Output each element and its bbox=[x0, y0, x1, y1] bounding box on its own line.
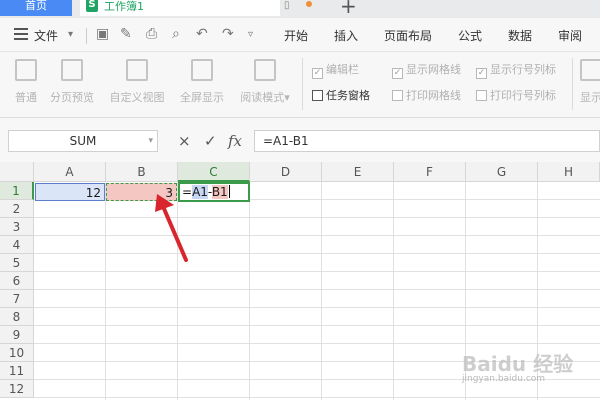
view-ribbon: 普通 分页预览 自定义视图 全屏显示 阅读模式▾ ✓ 编辑栏 ✓ 显示网格线 ✓ 显示… bbox=[0, 52, 600, 118]
text-cursor bbox=[228, 185, 230, 198]
show-headings-checkbox[interactable]: ✓ 显示行号列标 bbox=[476, 61, 556, 79]
row-header-2[interactable]: 2 bbox=[0, 200, 34, 218]
display-icon bbox=[580, 59, 600, 81]
save-icon[interactable]: ▣ bbox=[96, 26, 109, 42]
name-box[interactable]: SUM ▾ bbox=[8, 130, 158, 152]
checkbox-icon bbox=[312, 90, 323, 101]
reading-mode-button[interactable]: 阅读模式▾ bbox=[236, 59, 294, 105]
checkbox-icon bbox=[392, 90, 403, 101]
row-header-1[interactable]: 1 bbox=[0, 182, 34, 200]
show-gridlines-checkbox[interactable]: ✓ 显示网格线 bbox=[392, 61, 461, 79]
cell-a1[interactable]: 12 bbox=[35, 183, 105, 201]
row-header-5[interactable]: 5 bbox=[0, 254, 34, 272]
row-header-10[interactable]: 10 bbox=[0, 344, 34, 362]
print-preview-icon[interactable]: ⌕ bbox=[172, 26, 180, 42]
chevron-down-icon[interactable]: ▾ bbox=[148, 131, 153, 151]
print-headings-checkbox[interactable]: 打印行号列标 bbox=[476, 87, 556, 103]
insert-function-icon[interactable]: fx bbox=[228, 132, 242, 150]
select-all-corner[interactable] bbox=[0, 162, 34, 182]
redo-icon[interactable]: ↷ bbox=[222, 26, 234, 42]
checkbox-icon: ✓ bbox=[392, 68, 403, 79]
tab-workbook[interactable]: S 工作簿1 bbox=[80, 0, 280, 16]
task-pane-checkbox[interactable]: 任务窗格 bbox=[312, 87, 370, 103]
menu-home[interactable]: 开始 bbox=[284, 27, 308, 44]
page-break-preview-button[interactable]: 分页预览 bbox=[46, 59, 98, 105]
divider bbox=[302, 58, 303, 110]
formula-ref-b1: B1 bbox=[211, 185, 228, 199]
watermark-url: jingyan.baidu.com bbox=[462, 374, 546, 384]
title-bar: 首页 S 工作簿1 ▯ + bbox=[0, 0, 600, 18]
fullscreen-icon bbox=[191, 59, 213, 81]
spreadsheet-icon: S bbox=[86, 0, 98, 12]
row-header-4[interactable]: 4 bbox=[0, 236, 34, 254]
annotation-arrow-icon bbox=[155, 194, 188, 262]
undo-icon[interactable]: ↶ bbox=[196, 26, 208, 42]
enter-icon[interactable]: ✓ bbox=[204, 132, 217, 150]
column-header-g[interactable]: G bbox=[466, 162, 538, 182]
tab-home[interactable]: 首页 bbox=[0, 0, 72, 16]
watermark: Baidu 经验 bbox=[462, 352, 574, 376]
chevron-down-icon[interactable]: ▾ bbox=[68, 29, 73, 40]
row-header-6[interactable]: 6 bbox=[0, 272, 34, 290]
chevron-down-icon: ▾ bbox=[284, 91, 290, 104]
column-header-h[interactable]: H bbox=[538, 162, 600, 182]
spreadsheet-grid: A B C D E F G H 1 2 3 4 5 6 7 8 9 10 11 … bbox=[0, 162, 600, 400]
grid-icon bbox=[15, 59, 37, 81]
divider bbox=[572, 58, 573, 110]
custom-view-button[interactable]: 自定义视图 bbox=[106, 59, 168, 105]
menu-file[interactable]: 文件 bbox=[34, 27, 58, 44]
menu-bar: 文件 ▾ ▣ ✎ ⎙ ⌕ ↶ ↷ ▿ 开始 插入 页面布局 公式 数据 审阅 bbox=[0, 18, 600, 52]
checkbox-icon: ✓ bbox=[312, 68, 323, 79]
menu-page-layout[interactable]: 页面布局 bbox=[384, 27, 432, 44]
column-header-d[interactable]: D bbox=[250, 162, 322, 182]
page-break-icon bbox=[61, 59, 83, 81]
format-painter-icon[interactable]: ✎ bbox=[120, 26, 132, 42]
column-header-c[interactable]: C bbox=[178, 162, 250, 182]
menu-hamburger-icon[interactable] bbox=[14, 28, 28, 40]
row-header-7[interactable]: 7 bbox=[0, 290, 34, 308]
print-icon[interactable]: ⎙ bbox=[146, 26, 157, 42]
customize-quick-access-icon[interactable]: ▿ bbox=[248, 29, 253, 40]
custom-view-icon bbox=[126, 59, 148, 81]
column-header-f[interactable]: F bbox=[394, 162, 466, 182]
column-header-a[interactable]: A bbox=[34, 162, 106, 182]
normal-view-button[interactable]: 普通 bbox=[10, 59, 42, 105]
unsaved-dot-icon bbox=[306, 1, 312, 7]
cancel-icon[interactable]: × bbox=[178, 132, 191, 150]
row-header-8[interactable]: 8 bbox=[0, 308, 34, 326]
checkbox-icon bbox=[476, 90, 487, 101]
checkbox-icon: ✓ bbox=[476, 68, 487, 79]
device-icon[interactable]: ▯ bbox=[284, 0, 290, 11]
row-header-3[interactable]: 3 bbox=[0, 218, 34, 236]
row-header-11[interactable]: 11 bbox=[0, 362, 34, 380]
column-header-b[interactable]: B bbox=[106, 162, 178, 182]
row-header-12[interactable]: 12 bbox=[0, 380, 34, 398]
full-screen-button[interactable]: 全屏显示 bbox=[176, 59, 228, 105]
menu-review[interactable]: 审阅 bbox=[558, 27, 582, 44]
menu-data[interactable]: 数据 bbox=[508, 27, 532, 44]
column-header-e[interactable]: E bbox=[322, 162, 394, 182]
row-header-9[interactable]: 9 bbox=[0, 326, 34, 344]
formula-bar-checkbox[interactable]: ✓ 编辑栏 bbox=[312, 61, 359, 79]
menu-formulas[interactable]: 公式 bbox=[458, 27, 482, 44]
new-tab-icon[interactable]: + bbox=[340, 0, 357, 18]
reading-mode-icon bbox=[254, 59, 276, 81]
print-gridlines-checkbox[interactable]: 打印网格线 bbox=[392, 87, 461, 103]
formula-bar: SUM ▾ × ✓ fx =A1-B1 bbox=[0, 118, 600, 162]
tab-workbook-label: 工作簿1 bbox=[104, 0, 144, 13]
menu-insert[interactable]: 插入 bbox=[334, 27, 358, 44]
formula-input[interactable]: =A1-B1 bbox=[254, 130, 600, 152]
show-button-truncated[interactable]: 显示 bbox=[580, 59, 600, 105]
divider bbox=[86, 28, 87, 44]
